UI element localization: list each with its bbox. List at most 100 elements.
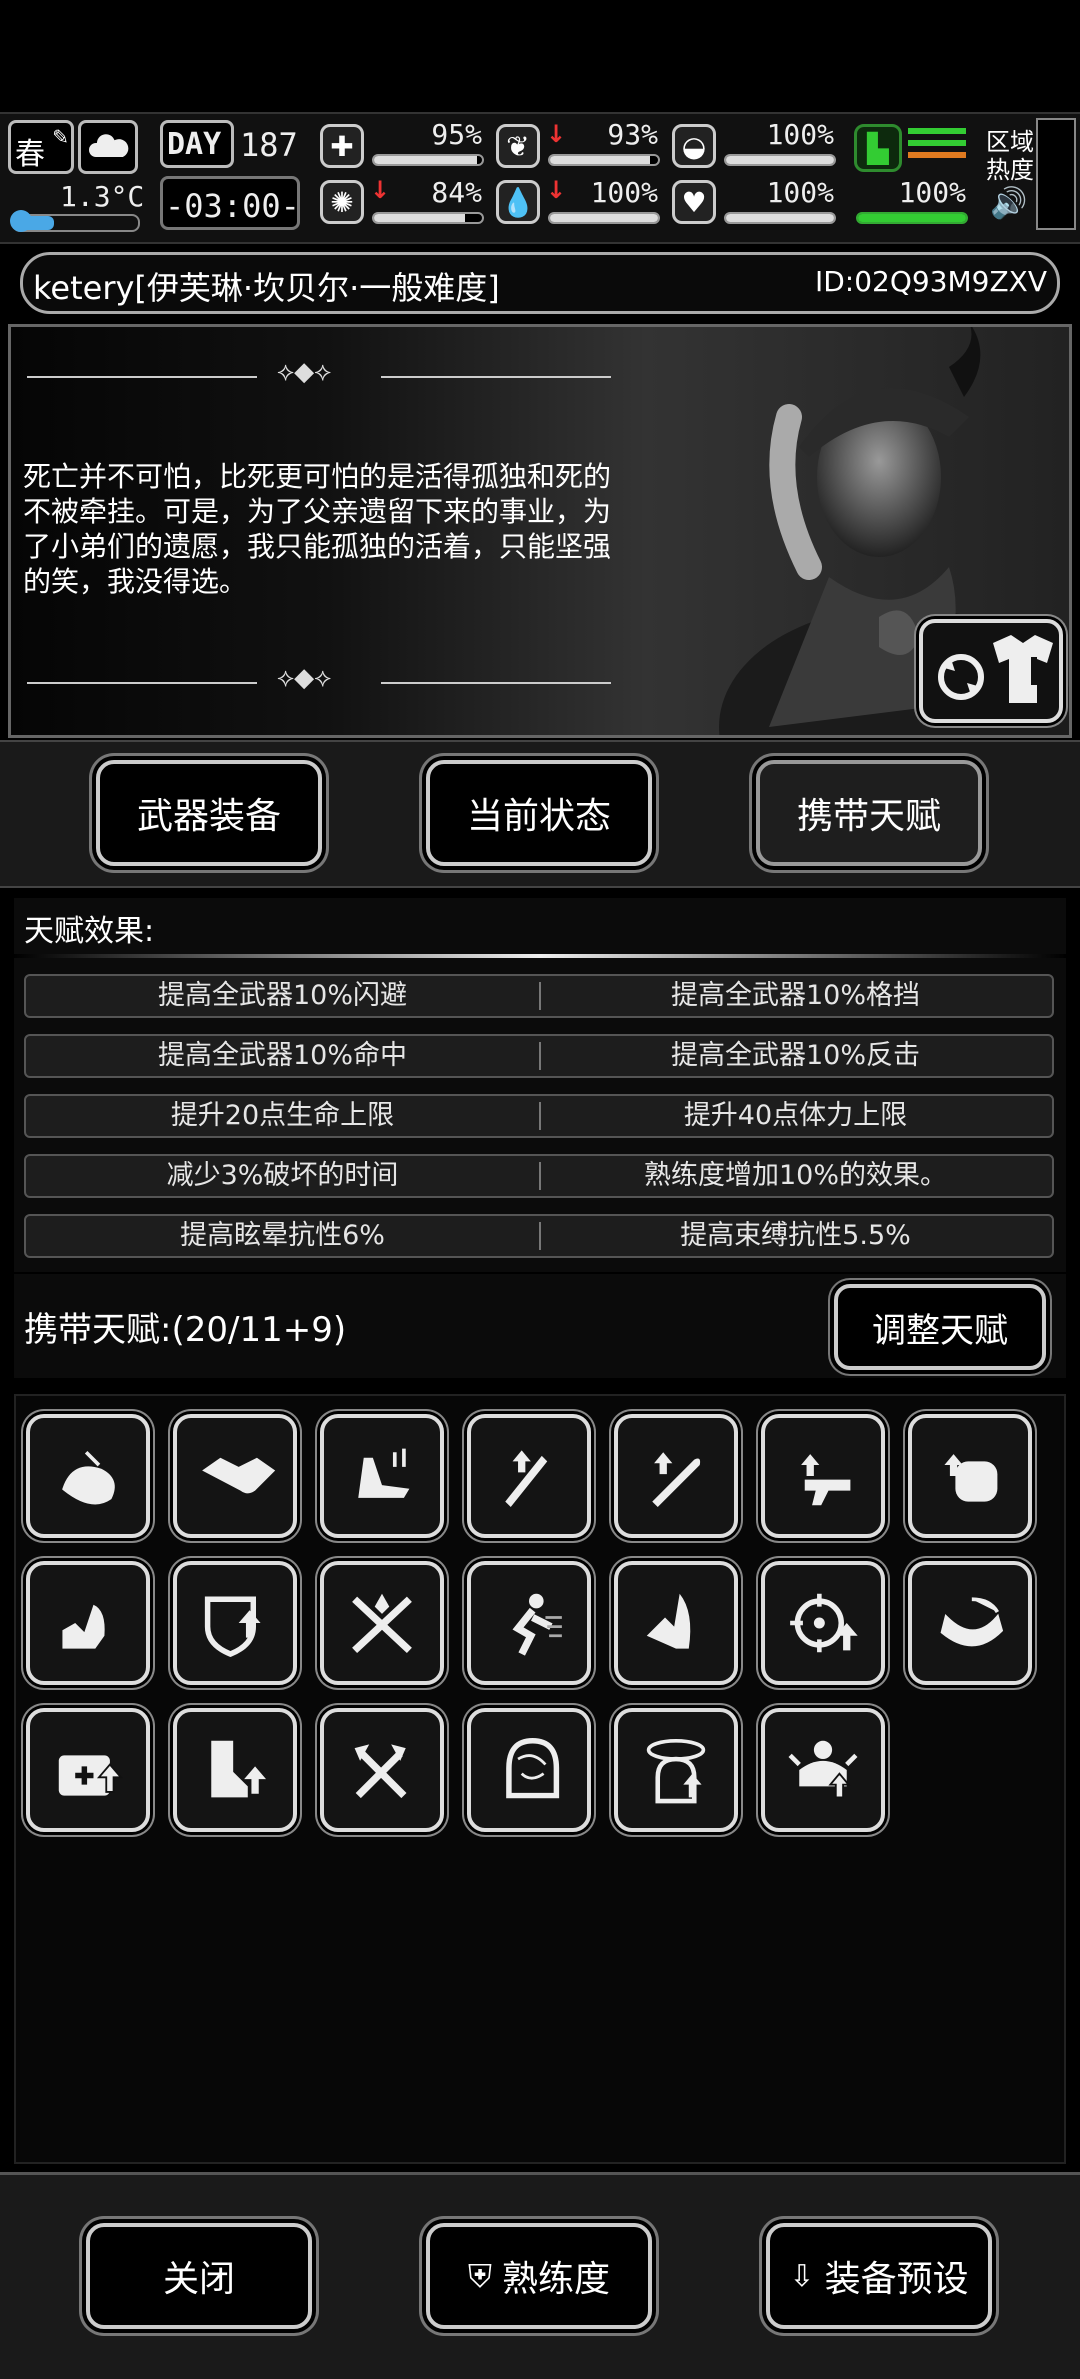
talent-slot[interactable]	[467, 1414, 591, 1538]
medkit-icon: ✚	[320, 124, 364, 168]
proficiency-icon: ⛨	[467, 2256, 492, 2295]
character-quote: 死亡并不可怕，比死更可怕的是活得孤独和死的不被牵挂。可是，为了父亲遗留下来的事业…	[23, 460, 612, 598]
thermometer-icon	[10, 210, 140, 232]
machete-up-icon	[505, 1450, 548, 1508]
talent-slot[interactable]	[761, 1414, 885, 1538]
day-label: DAY	[167, 127, 222, 162]
talent-slot[interactable]	[320, 1561, 444, 1685]
effect-row: 提高全武器10%命中 提高全武器10%反击	[24, 1034, 1054, 1078]
talent-slot[interactable]	[908, 1561, 1032, 1685]
character-portrait-panel: ⟡◆⟡ 死亡并不可怕，比死更可怕的是活得孤独和死的不被牵挂。可是，为了父亲遗留下…	[8, 324, 1072, 738]
tab-weapons-equipment[interactable]: 武器装备	[96, 760, 322, 866]
talent-slot[interactable]	[467, 1708, 591, 1832]
aim-up-icon	[790, 1593, 858, 1653]
adjust-talents-label: 调整天赋	[872, 1310, 1008, 1351]
talent-effects-panel: 天赋效果: 提高全武器10%闪避 提高全武器10%格挡 提高全武器10%命中 提…	[14, 898, 1066, 1272]
tab-current-status[interactable]: 当前状态	[426, 760, 652, 866]
talent-slot[interactable]	[761, 1708, 885, 1832]
medkit-up-icon	[58, 1755, 123, 1796]
tab-weapons-label: 武器装备	[136, 796, 281, 837]
effect-text: 提高全武器10%反击	[670, 1040, 920, 1071]
tab-row: 武器装备 当前状态 携带天赋	[0, 740, 1080, 888]
dash-icon	[512, 1593, 562, 1656]
health-value: 95%	[431, 118, 482, 151]
strength-arm-icon	[62, 1604, 105, 1649]
talent-slot[interactable]	[908, 1414, 1032, 1538]
stamina-bar	[856, 212, 968, 224]
talent-slot[interactable]	[614, 1561, 738, 1685]
break-free-icon	[788, 1740, 858, 1799]
talent-slot[interactable]	[320, 1708, 444, 1832]
ornament-divider-top: ⟡◆⟡	[27, 357, 611, 387]
pistol-up-icon	[801, 1454, 851, 1506]
infection-value: 84%	[431, 176, 482, 209]
effect-text: 提高全武器10%命中	[157, 1040, 407, 1071]
effect-text: 提高全武器10%格挡	[670, 980, 920, 1011]
talent-slot[interactable]	[614, 1708, 738, 1832]
player-id: ID:02Q93M9ZXV	[814, 265, 1047, 298]
mood-value: 100%	[766, 176, 834, 209]
hunger-bar	[548, 154, 660, 166]
change-outfit-button[interactable]	[919, 619, 1063, 723]
talent-slot[interactable]	[320, 1414, 444, 1538]
effect-text: 熟练度增加10%的效果。	[643, 1160, 947, 1191]
clock-readout: -03:00-	[165, 187, 300, 225]
thirst-bar	[548, 212, 660, 224]
speed-boot-icon	[358, 1448, 410, 1498]
speaker-icon[interactable]: 🔊	[990, 186, 1027, 221]
adjust-talents-button[interactable]: 调整天赋	[834, 1284, 1046, 1370]
close-label: 关闭	[162, 2259, 235, 2300]
heart-icon: ♥	[672, 180, 716, 224]
outfit-swap-icon	[938, 635, 1053, 703]
temperature-readout: 1.3°C	[60, 180, 145, 213]
proficiency-button[interactable]: ⛨ 熟练度	[426, 2223, 652, 2329]
effect-text: 提高全武器10%闪避	[157, 980, 407, 1011]
effect-row: 减少3%破坏的时间 熟练度增加10%的效果。	[24, 1154, 1054, 1198]
talent-slot[interactable]	[614, 1414, 738, 1538]
capsule-icon: ◒	[672, 124, 716, 168]
talent-slot[interactable]	[761, 1561, 885, 1685]
bat-up-icon	[652, 1452, 701, 1508]
talent-slot[interactable]	[26, 1561, 150, 1685]
effect-text: 提高束缚抗性5.5%	[680, 1220, 911, 1251]
preset-label: 装备预设	[824, 2259, 969, 2300]
armor-up-icon	[944, 1454, 998, 1502]
effects-divider	[14, 954, 1066, 958]
bottom-action-bar: 关闭 ⛨ 熟练度 ⇩ 装备预设	[0, 2172, 1080, 2379]
character-name: ketery[伊芙琳·坎贝尔·一般难度]	[33, 269, 500, 307]
water-drop-icon: 💧	[496, 180, 540, 224]
grab-arm-icon	[940, 1597, 1004, 1647]
weather-cloud-icon[interactable]	[78, 120, 138, 174]
talent-slot[interactable]	[26, 1414, 150, 1538]
hygiene-bar	[724, 154, 836, 166]
talent-slot[interactable]	[26, 1708, 150, 1832]
tab-status-label: 当前状态	[466, 796, 611, 837]
crossed-swords-burst-icon	[352, 1593, 412, 1654]
boot-up-icon	[211, 1740, 267, 1798]
tab-carried-talents[interactable]: 携带天赋	[756, 760, 982, 866]
talent-slot[interactable]	[173, 1708, 297, 1832]
stamina-value: 100%	[898, 176, 966, 209]
status-hud: 春 ✎ 1.3°C DAY 187 -03:00- ✚ 95% ❦ ↓ 93% …	[0, 112, 1080, 244]
talent-slot[interactable]	[173, 1414, 297, 1538]
region-heat-label: 区域 热度	[986, 128, 1034, 184]
stomach-icon: ❦	[496, 124, 540, 168]
close-button[interactable]: 关闭	[86, 2223, 312, 2329]
boot-icon: ▙	[854, 124, 902, 172]
tab-talents-label: 携带天赋	[796, 796, 941, 837]
talent-slot[interactable]	[467, 1561, 591, 1685]
loot-bag-icon	[62, 1450, 115, 1505]
carried-talents-count: 携带天赋:(20/11+9)	[24, 1310, 347, 1350]
crossed-axes-icon	[354, 1744, 407, 1799]
talent-slot[interactable]	[173, 1561, 297, 1685]
effect-row: 提高眩晕抗性6% 提高束缚抗性5.5%	[24, 1214, 1054, 1258]
effect-text: 提高眩晕抗性6%	[180, 1220, 385, 1251]
clock-panel: -03:00-	[160, 176, 300, 230]
carried-talents-header: 携带天赋:(20/11+9) 调整天赋	[14, 1274, 1066, 1378]
region-heat-meter	[1036, 118, 1076, 230]
mood-bar	[724, 212, 836, 224]
hunger-value: 93%	[607, 118, 658, 151]
health-bar	[372, 154, 484, 166]
equipment-preset-button[interactable]: ⇩ 装备预设	[766, 2223, 992, 2329]
talent-grid	[14, 1394, 1066, 2164]
